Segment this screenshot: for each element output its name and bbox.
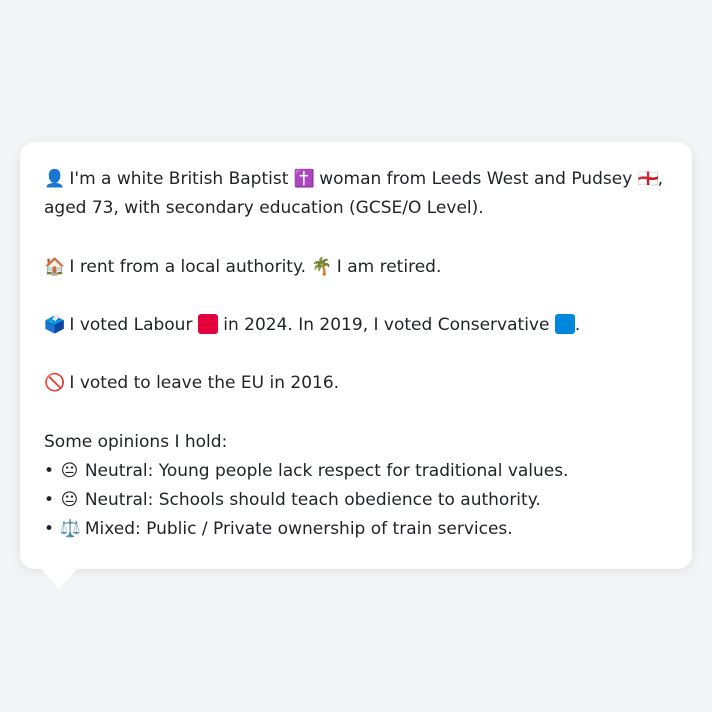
opinion-item: • 😐 Neutral: Young people lack respect f… — [44, 457, 668, 486]
opinion-text: Neutral: Young people lack respect for t… — [79, 460, 569, 481]
vote-line: 🗳️ I voted Labour in 2024. In 2019, I vo… — [44, 311, 668, 340]
neutral-face-icon: 😐 — [60, 460, 79, 481]
housing-line: 🏠 I rent from a local authority. 🌴 I am … — [44, 253, 668, 282]
england-flag-icon: 🏴󠁧󠁢󠁥󠁮󠁧󠁿 — [637, 169, 659, 189]
bullet: • — [44, 490, 55, 511]
housing-text: I rent from a local authority. — [64, 256, 312, 277]
eu-line: 🚫 I voted to leave the EU in 2016. — [44, 369, 668, 398]
balance-scale-icon: ⚖️ — [59, 519, 81, 540]
bullet: • — [44, 519, 55, 540]
identity-text-end: , — [657, 169, 664, 189]
person-icon: 👤 — [44, 169, 66, 189]
prohibited-icon: 🚫 — [44, 373, 66, 394]
conservative-square-icon — [554, 313, 575, 334]
opinion-item: • ⚖️ Mixed: Public / Private ownership o… — [44, 515, 668, 544]
speech-bubble-tail — [40, 568, 78, 589]
opinion-text: Neutral: Schools should teach obedience … — [79, 490, 541, 511]
identity-line: 👤 I'm a white British Baptist ✝️ woman f… — [44, 165, 668, 194]
vote-text-end: . — [574, 314, 581, 335]
neutral-face-icon: 😐 — [60, 490, 79, 511]
age-education-line: aged 73, with secondary education (GCSE/… — [44, 198, 484, 219]
house-icon: 🏠 — [44, 256, 66, 277]
identity-text-location: woman from Leeds West and Pudsey — [313, 169, 638, 189]
opinions-heading: Some opinions I hold: — [44, 431, 228, 452]
opinion-text: Mixed: Public / Private ownership of tra… — [79, 519, 513, 540]
opinion-item: • 😐 Neutral: Schools should teach obedie… — [44, 486, 668, 515]
cross-icon: ✝️ — [293, 169, 315, 189]
vote-text-mid: in 2024. In 2019, I voted Conservative — [217, 314, 555, 335]
bullet: • — [44, 460, 55, 481]
palm-tree-icon: 🌴 — [311, 256, 333, 277]
ballot-box-icon: 🗳️ — [44, 314, 66, 335]
identity-text-start: I'm a white British Baptist — [64, 169, 294, 189]
employment-text: I am retired. — [331, 256, 442, 277]
vote-text-start: I voted Labour — [64, 314, 198, 335]
labour-square-icon — [197, 313, 218, 334]
eu-text: I voted to leave the EU in 2016. — [64, 373, 340, 394]
persona-card: 👤 I'm a white British Baptist ✝️ woman f… — [20, 142, 692, 569]
